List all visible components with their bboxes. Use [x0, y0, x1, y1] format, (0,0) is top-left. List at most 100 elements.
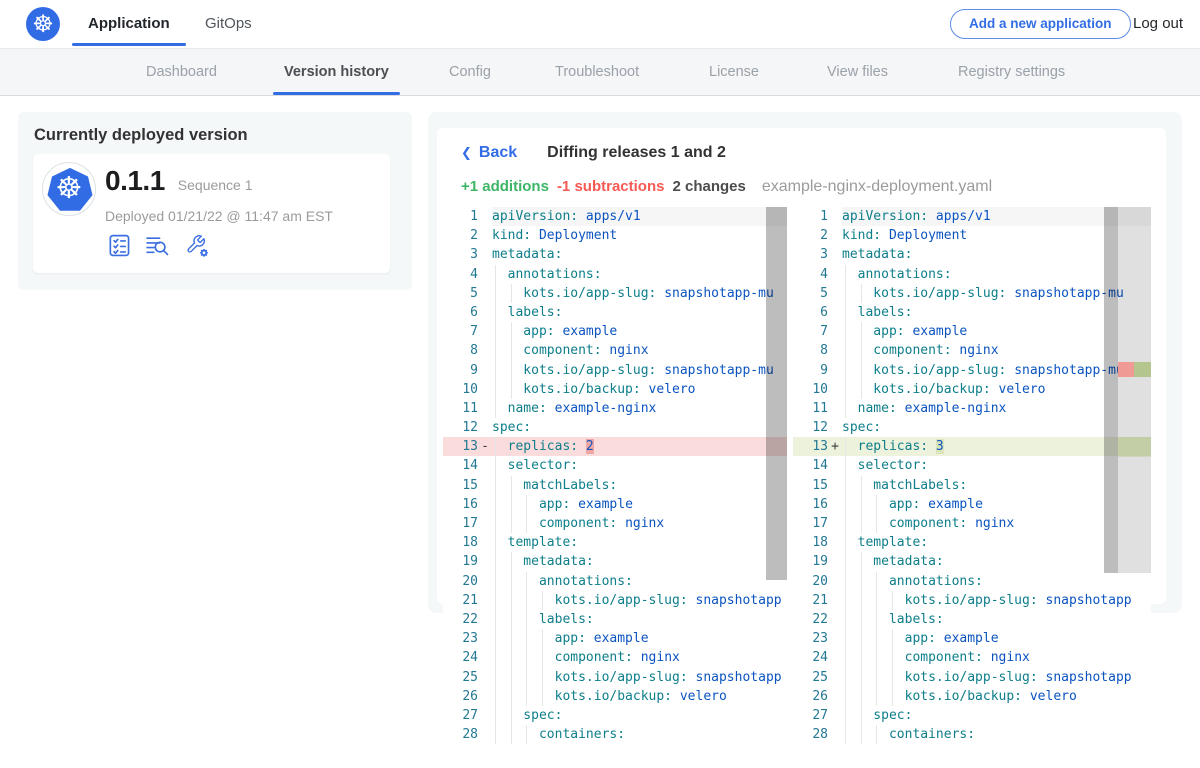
- top-nav: ☸ Application GitOps Add a new applicati…: [0, 0, 1200, 48]
- subnav-registry-settings[interactable]: Registry settings: [958, 49, 1065, 95]
- code-line: 16 app: example: [793, 495, 1151, 514]
- code-line: 21 kots.io/app-slug: snapshotapp: [793, 591, 1151, 610]
- diff-pane-modified[interactable]: 1apiVersion: apps/v12kind: Deployment3me…: [793, 207, 1151, 748]
- line-number: 23: [443, 629, 478, 648]
- code-line: 12spec:: [443, 418, 787, 437]
- diff-marker: [478, 706, 492, 725]
- diff-marker: [828, 245, 842, 264]
- diff-editor[interactable]: 1apiVersion: apps/v12kind: Deployment3me…: [443, 207, 1151, 748]
- diff-marker: [828, 226, 842, 245]
- code-line: 14 selector:: [443, 456, 787, 475]
- line-number: 18: [793, 533, 828, 552]
- tab-gitops[interactable]: GitOps: [205, 0, 252, 47]
- subnav-view-files[interactable]: View files: [827, 49, 888, 95]
- sequence-label: Sequence 1: [178, 177, 253, 193]
- diff-marker: [828, 668, 842, 687]
- subnav-config[interactable]: Config: [449, 49, 491, 95]
- diff-marker: [828, 418, 842, 437]
- overview-ruler[interactable]: [1118, 207, 1151, 573]
- line-number: 16: [793, 495, 828, 514]
- line-number: 26: [793, 687, 828, 706]
- diff-marker: [828, 706, 842, 725]
- subnav-version-history[interactable]: Version history: [284, 49, 389, 95]
- code-line: 22 labels:: [443, 610, 787, 629]
- code-line: 26 kots.io/backup: velero: [443, 687, 787, 706]
- diff-filename: example-nginx-deployment.yaml: [762, 178, 992, 196]
- line-number: 20: [443, 572, 478, 591]
- diff-marker: [828, 687, 842, 706]
- right-pane-scrollbar[interactable]: [1104, 207, 1118, 573]
- line-number: 15: [443, 476, 478, 495]
- code-line: 15 matchLabels:: [793, 476, 1151, 495]
- code-line: 25 kots.io/app-slug: snapshotapp: [793, 668, 1151, 687]
- diff-marker: [478, 591, 492, 610]
- code-line: 3metadata:: [793, 245, 1151, 264]
- line-number: 22: [793, 610, 828, 629]
- diff-marker: [828, 284, 842, 303]
- code-line: 4 annotations:: [793, 265, 1151, 284]
- tab-application[interactable]: Application: [88, 0, 170, 47]
- code-line: 11 name: example-nginx: [793, 399, 1151, 418]
- line-number: 7: [793, 322, 828, 341]
- line-number: 19: [793, 552, 828, 571]
- diff-marker: [478, 476, 492, 495]
- code-line: 25 kots.io/app-slug: snapshotapp: [443, 668, 787, 687]
- line-number: 11: [793, 399, 828, 418]
- back-button[interactable]: ❮ Back: [461, 144, 517, 162]
- diff-pane-original[interactable]: 1apiVersion: apps/v12kind: Deployment3me…: [443, 207, 787, 748]
- left-pane-scrollbar[interactable]: [766, 207, 787, 580]
- wrench-gear-icon[interactable]: [184, 233, 210, 263]
- line-number: 14: [443, 456, 478, 475]
- line-number: 9: [793, 361, 828, 380]
- code-line: 8 component: nginx: [793, 341, 1151, 360]
- line-number: 14: [793, 456, 828, 475]
- line-number: 24: [793, 648, 828, 667]
- logout-link[interactable]: Log out: [1133, 0, 1183, 47]
- diff-marker: [828, 265, 842, 284]
- checklist-icon[interactable]: [107, 233, 132, 263]
- code-line: 22 labels:: [793, 610, 1151, 629]
- changes-count: 2 changes: [672, 178, 745, 195]
- code-line: 23 app: example: [793, 629, 1151, 648]
- subnav-dashboard[interactable]: Dashboard: [146, 49, 217, 95]
- code-line: 3metadata:: [443, 245, 787, 264]
- diff-marker: [828, 533, 842, 552]
- diff-marker: [828, 725, 842, 744]
- diff-marker: [478, 648, 492, 667]
- subnav-license[interactable]: License: [709, 49, 759, 95]
- code-line: 10 kots.io/backup: velero: [443, 380, 787, 399]
- line-number: 1: [443, 207, 478, 226]
- line-number: 2: [793, 226, 828, 245]
- subnav-troubleshoot[interactable]: Troubleshoot: [555, 49, 639, 95]
- code-line: 19 metadata:: [443, 552, 787, 571]
- deployed-timestamp: Deployed 01/21/22 @ 11:47 am EST: [105, 208, 333, 224]
- code-line: 8 component: nginx: [443, 341, 787, 360]
- diff-marker: [478, 322, 492, 341]
- line-number: 27: [793, 706, 828, 725]
- line-number: 22: [443, 610, 478, 629]
- code-line: 15 matchLabels:: [443, 476, 787, 495]
- line-number: 28: [443, 725, 478, 744]
- line-number: 17: [793, 514, 828, 533]
- diff-marker: [828, 591, 842, 610]
- add-application-button[interactable]: Add a new application: [950, 9, 1131, 39]
- code-line: 28 containers:: [793, 725, 1151, 744]
- diff-marker: [478, 207, 492, 226]
- diff-marker: [478, 284, 492, 303]
- code-line: 16 app: example: [443, 495, 787, 514]
- ruler-viewport-diff-marker: [1118, 437, 1151, 457]
- line-number: 17: [443, 514, 478, 533]
- code-line: 21 kots.io/app-slug: snapshotapp: [443, 591, 787, 610]
- diff-marker: [478, 495, 492, 514]
- line-number: 4: [793, 265, 828, 284]
- diff-marker: [828, 495, 842, 514]
- diff-marker: [478, 341, 492, 360]
- diff-marker: [478, 552, 492, 571]
- app-kubernetes-icon: ☸: [42, 162, 96, 216]
- code-line: 20 annotations:: [793, 572, 1151, 591]
- line-number: 6: [443, 303, 478, 322]
- diff-marker: [828, 322, 842, 341]
- file-search-icon[interactable]: [144, 233, 172, 263]
- code-line: 26 kots.io/backup: velero: [793, 687, 1151, 706]
- code-line: 13+ replicas: 3: [793, 437, 1151, 456]
